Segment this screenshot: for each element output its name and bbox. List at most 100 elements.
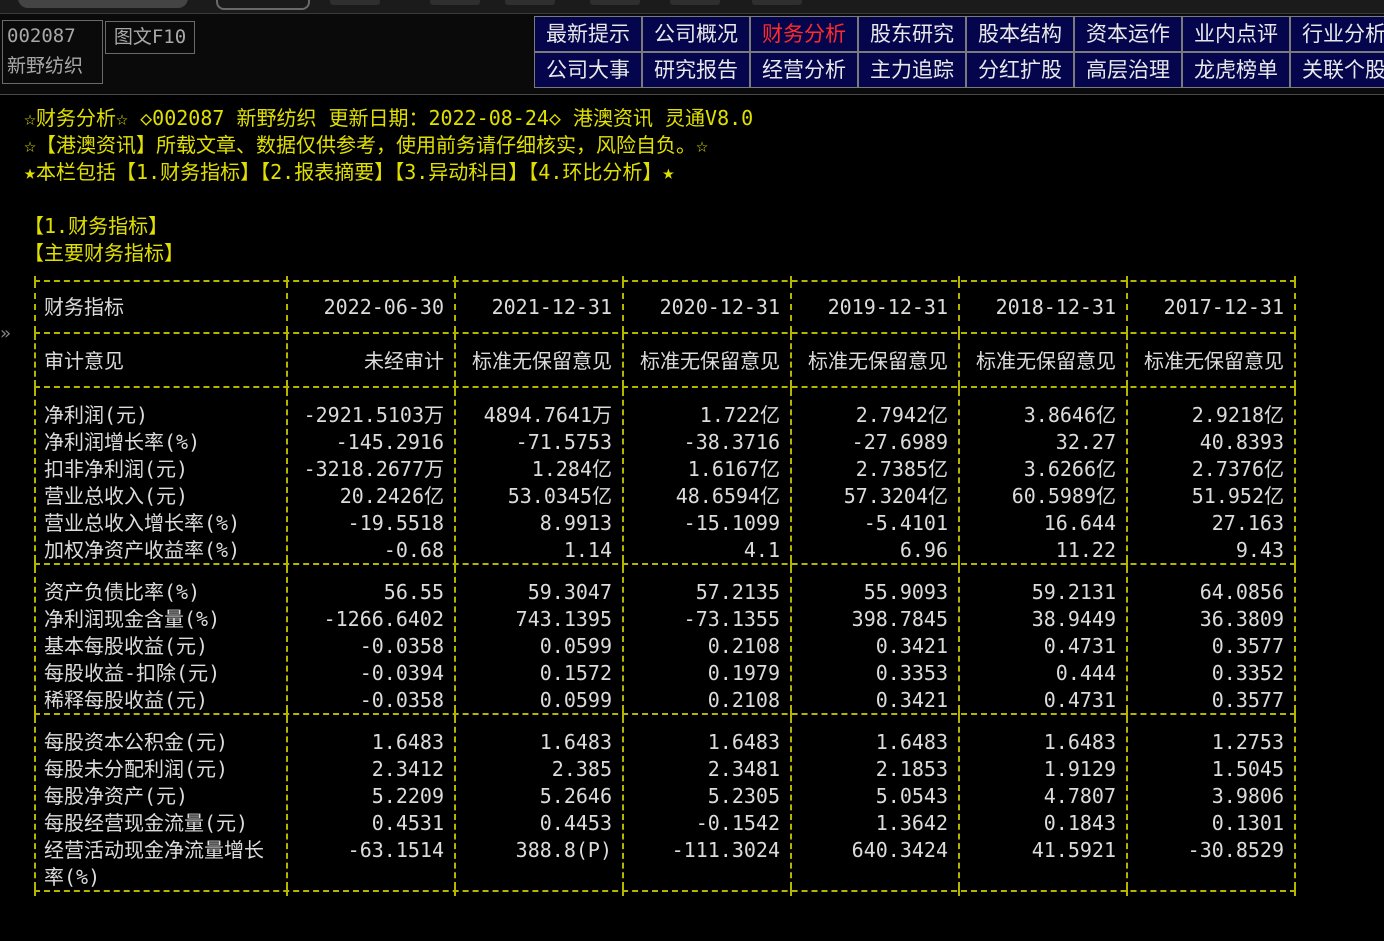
- table-divider: [34, 280, 1296, 282]
- row-value: 743.1395: [515, 607, 612, 631]
- row-value: 2.9218亿: [1191, 403, 1284, 427]
- toolbar-menu-item[interactable]: [670, 0, 720, 5]
- top-toolbar-strip: [0, 0, 1384, 14]
- audit-value: 标准无保留意见: [640, 349, 780, 373]
- row-value: 38.9449: [1031, 607, 1116, 631]
- row-value: 41.5921: [1031, 838, 1116, 862]
- tab-1-8[interactable]: 行业分析: [1290, 16, 1384, 52]
- table-column-divider: [286, 717, 288, 888]
- table-divider: [34, 890, 1296, 892]
- row-value: 388.8(P): [515, 838, 612, 862]
- tab-1-6[interactable]: 资本运作: [1074, 16, 1182, 52]
- row-label: 稀释每股收益(元): [44, 688, 209, 712]
- row-value: -15.1099: [683, 511, 780, 535]
- tab-1-2[interactable]: 公司概况: [642, 16, 750, 52]
- row-value: 2.7376亿: [1191, 457, 1284, 481]
- table-column-divider: [622, 717, 624, 888]
- tab-1-7[interactable]: 业内点评: [1182, 16, 1290, 52]
- tab-2-6[interactable]: 高层治理: [1074, 52, 1182, 88]
- tab-2-2[interactable]: 研究报告: [642, 52, 750, 88]
- tab-1-5[interactable]: 股本结构: [966, 16, 1074, 52]
- toolbar-menu-item[interactable]: [430, 0, 480, 5]
- tab-2-7[interactable]: 龙虎榜单: [1182, 52, 1290, 88]
- row-value: -0.0358: [359, 688, 444, 712]
- row-value: -1266.6402: [323, 607, 444, 631]
- tab-2-3[interactable]: 经营分析: [750, 52, 858, 88]
- row-label: 每股收益-扣除(元): [44, 661, 221, 685]
- table-column-divider: [1294, 282, 1296, 332]
- row-value: 59.3047: [527, 580, 612, 604]
- row-value: 0.4531: [371, 811, 444, 835]
- table-column-divider: [790, 390, 792, 561]
- row-value: 0.2108: [707, 688, 780, 712]
- row-value: 640.3424: [851, 838, 948, 862]
- toolbar-menu-item[interactable]: [590, 0, 640, 5]
- table-column-divider: [622, 390, 624, 561]
- row-value: 0.3421: [875, 634, 948, 658]
- toolbar-menu-item[interactable]: [505, 0, 555, 5]
- row-value: 57.3204亿: [843, 484, 948, 508]
- row-value: -27.6989: [851, 430, 948, 454]
- toolbar-menu-item[interactable]: [330, 0, 380, 5]
- row-label: 加权净资产收益率(%): [44, 538, 241, 562]
- table-cross: [454, 886, 456, 896]
- audit-value: 标准无保留意见: [808, 349, 948, 373]
- row-value: 0.3353: [875, 661, 948, 685]
- row-value: -2921.5103万: [303, 403, 444, 427]
- row-value: 5.0543: [875, 784, 948, 808]
- row-value: 60.5989亿: [1011, 484, 1116, 508]
- toolbar-menu-item[interactable]: [752, 0, 802, 5]
- row-value: 48.6594亿: [675, 484, 780, 508]
- row-value: 2.1853: [875, 757, 948, 781]
- table-column-divider: [34, 390, 36, 561]
- row-value: 1.6483: [875, 730, 948, 754]
- row-label: 每股净资产(元): [44, 784, 189, 808]
- row-value: 0.3577: [1211, 634, 1284, 658]
- row-value: -63.1514: [347, 838, 444, 862]
- table-divider: [34, 563, 1296, 565]
- row-label: 扣非净利润(元): [44, 457, 189, 481]
- row-value: 0.3577: [1211, 688, 1284, 712]
- table-column-divider: [454, 567, 456, 711]
- row-value: 57.2135: [695, 580, 780, 604]
- audit-value: 未经审计: [364, 349, 444, 373]
- audit-label: 审计意见: [44, 349, 124, 373]
- tab-1-4[interactable]: 股东研究: [858, 16, 966, 52]
- column-date: 2018-12-31: [995, 295, 1116, 319]
- graphic-f10-button[interactable]: 图文F10: [105, 21, 195, 54]
- row-value: 1.9129: [1043, 757, 1116, 781]
- stock-code: 002087: [7, 25, 76, 47]
- tab-2-1[interactable]: 公司大事: [534, 52, 642, 88]
- row-value: 8.9913: [539, 511, 612, 535]
- row-value: 2.3412: [371, 757, 444, 781]
- row-value: 1.6483: [371, 730, 444, 754]
- row-value: 51.952亿: [1191, 484, 1284, 508]
- tab-1-3[interactable]: 财务分析: [750, 16, 858, 52]
- row-value: 1.6483: [539, 730, 612, 754]
- intro-line-3: ★本栏包括【1.财务指标】【2.报表摘要】【3.异动科目】【4.环比分析】★: [24, 160, 675, 184]
- tab-2-4[interactable]: 主力追踪: [858, 52, 966, 88]
- tab-2-5[interactable]: 分红扩股: [966, 52, 1074, 88]
- column-date: 2017-12-31: [1163, 295, 1284, 319]
- table-column-divider: [454, 390, 456, 561]
- table-cross: [1126, 886, 1128, 896]
- row-value: 0.2108: [707, 634, 780, 658]
- row-value: 20.2426亿: [339, 484, 444, 508]
- tab-2-8[interactable]: 关联个股: [1290, 52, 1384, 88]
- row-value: 5.2209: [371, 784, 444, 808]
- table-column-divider: [1294, 334, 1296, 386]
- audit-value: 标准无保留意见: [976, 349, 1116, 373]
- row-value: 0.1301: [1211, 811, 1284, 835]
- row-value: 0.0599: [539, 634, 612, 658]
- row-value: 55.9093: [863, 580, 948, 604]
- row-value: 2.7385亿: [855, 457, 948, 481]
- tab-1-1[interactable]: 最新提示: [534, 16, 642, 52]
- table-column-divider: [958, 390, 960, 561]
- expand-arrow-icon[interactable]: »: [0, 323, 11, 344]
- row-value: 0.1979: [707, 661, 780, 685]
- intro-line-1: ☆财务分析☆ ◇002087 新野纺织 更新日期：2022-08-24◇ 港澳资…: [24, 106, 754, 130]
- toolbar-search-box[interactable]: [216, 0, 310, 10]
- row-value: 1.722亿: [699, 403, 780, 427]
- header-label: 财务指标: [44, 295, 124, 319]
- row-label: 资产负债比率(%): [44, 580, 201, 604]
